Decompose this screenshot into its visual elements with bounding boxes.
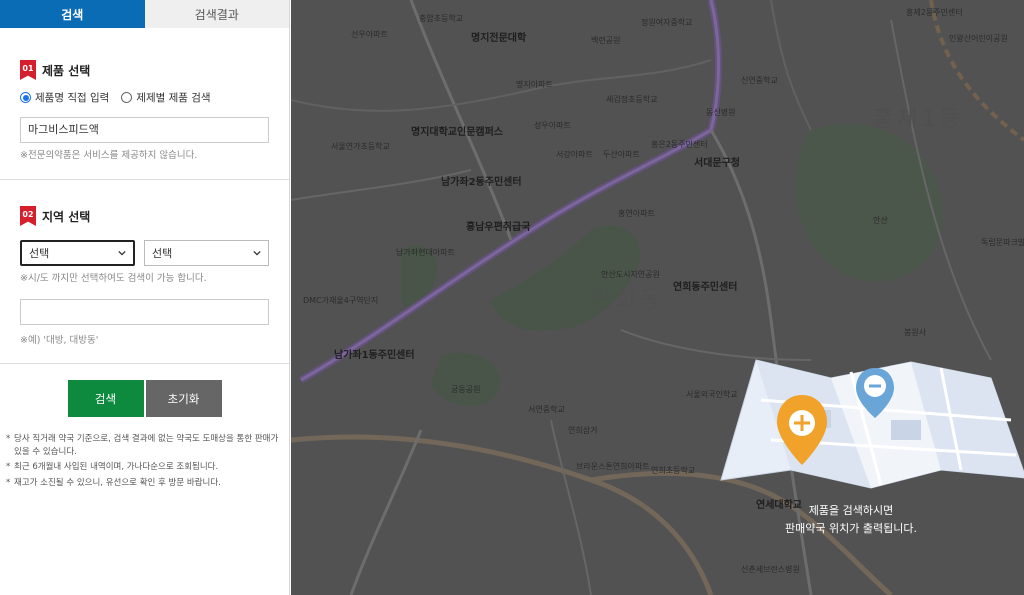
action-buttons: 검색 초기화 [0,380,289,417]
tab-bar: 검색 검색결과 [0,0,289,28]
radio-dot[interactable] [121,92,133,103]
map-label: 서대문구청 [694,158,740,169]
reset-button[interactable]: 초기화 [145,380,222,417]
district-example-note: ※예) '대방, 대방동' [20,335,99,346]
chevron-down-icon [118,250,126,256]
map-label: DMC가재울4구역단지 [303,296,379,305]
section-number-badge: 02 [20,206,36,226]
product-section: 01 제품 선택 제품명 직접 입력 제제별 제품 검색 마그비스피드액 ※전문… [0,60,289,161]
map-label: 안산도시자연공원 [601,270,660,279]
map-label: 연희동 [591,288,664,313]
region-section-header: 02 지역 선택 [20,206,269,226]
map-label: 충암초등학교 [419,14,464,23]
map-label: 신연중학교 [741,76,778,85]
map-label: 홍연아파트 [618,209,655,218]
map-label: 정원여자중학교 [641,18,693,27]
radio-dot[interactable] [20,92,31,103]
region-note: ※시/도 까지만 선택하여도 검색이 가능 합니다. [20,273,207,284]
map-label: 선우아파트 [351,30,388,39]
district-input[interactable] [20,299,269,325]
map-label: 독립문파크빌아파트 [981,238,1024,247]
product-section-title: 제품 선택 [42,63,91,78]
map-label: 성우아파트 [534,121,571,130]
radio-by-product[interactable]: 제제별 제품 검색 [121,90,211,105]
map-label: 남가좌현대아파트 [396,248,455,257]
map-label: 서연중학교 [528,405,565,414]
province-select-value: 선택 [29,247,50,260]
notice-item: 재고가 소진될 수 있으니, 유선으로 확인 후 방문 바랍니다. [6,477,283,490]
product-note: ※전문의약품은 서비스를 제공하지 않습니다. [20,150,198,161]
province-select[interactable]: 선택 [20,240,135,266]
map-label: 봉원사 [904,328,927,337]
radio-direct-input-label: 제품명 직접 입력 [35,92,110,104]
map-label: 흥제2동주민센터 [906,8,963,17]
tab-search[interactable]: 검색 [0,0,145,28]
map-label: 서울외국인학교 [686,390,738,399]
map-label: 연희초등학교 [651,466,696,475]
map-label: 동신병원 [706,108,736,117]
city-select[interactable]: 선택 [144,240,269,266]
map-label: 남가좌1동주민센터 [334,350,415,361]
map-overlay-line1: 제품을 검색하시면 [808,504,894,517]
map-label: 세검정초등학교 [606,95,658,104]
region-selects: 선택 선택 [20,240,269,266]
map-label: 인왕산어린이공원 [949,34,1008,43]
map-label: 홍남우편취급국 [466,222,531,233]
product-search-mode: 제품명 직접 입력 제제별 제품 검색 [20,90,269,105]
map-label: 명지대학교인문캠퍼스 [411,127,503,138]
map-label: 신촌세브란스병원 [741,565,800,574]
map-label: 명지전문대학 [471,33,527,44]
map-label: 브라운스톤연희아파트 [576,462,650,471]
tab-search-results[interactable]: 검색결과 [144,0,289,28]
city-select-value: 선택 [152,247,173,260]
search-button[interactable]: 검색 [67,380,144,417]
map-label: 홍은2동주민센터 [651,140,708,149]
radio-by-product-label: 제제별 제품 검색 [136,92,211,104]
map-overlay-line2: 판매약국 위치가 출력됩니다. [785,522,917,535]
search-panel: 검색 검색결과 01 제품 선택 제품명 직접 입력 제제별 제품 검색 마그비… [0,0,290,595]
notice-list: 당사 직거래 약국 기준으로, 검색 결과에 없는 약국도 도매상을 통한 판매… [0,433,289,489]
radio-direct-input[interactable]: 제품명 직접 입력 [20,90,109,105]
map-label: 궁동공원 [451,385,481,394]
map-label: 백련공원 [591,36,621,45]
map-illustration [720,359,1024,489]
map-label: 안산 [873,216,888,225]
map-label: 명지아파트 [516,80,553,89]
map-label: 연희삼거 [568,426,598,435]
section-number-badge: 01 [20,60,36,80]
map-overlay-message: 제품을 검색하시면 판매약국 위치가 출력됩니다. [731,502,971,538]
chevron-down-icon [253,250,261,256]
map-label: 서울연가초등학교 [331,142,390,151]
map-label: 두산아파트 [603,150,640,159]
map-label: 연희동주민센터 [673,282,738,293]
divider [0,363,289,364]
region-section-title: 지역 선택 [42,209,91,224]
map-label: 홍제1동 [873,107,964,132]
notice-item: 최근 6개월내 사입된 내역이며, 가나다순으로 조회됩니다. [6,461,283,474]
region-section: 02 지역 선택 선택 선택 ※시/도 까지만 선택하여도 검색이 가능 합니다… [0,206,289,346]
map-label: 남가좌2동주민센터 [441,177,522,188]
divider [0,179,289,180]
map-view[interactable]: 충암초등학교 명지전문대학 백련공원 정원여자중학교 흥제2동주민센터 인왕산어… [291,0,1024,595]
notice-item: 당사 직거래 약국 기준으로, 검색 결과에 없는 약국도 도매상을 통한 판매… [6,433,283,458]
map-label: 서강아파트 [556,150,593,159]
product-name-input[interactable]: 마그비스피드액 [20,117,269,143]
product-section-header: 01 제품 선택 [20,60,269,80]
